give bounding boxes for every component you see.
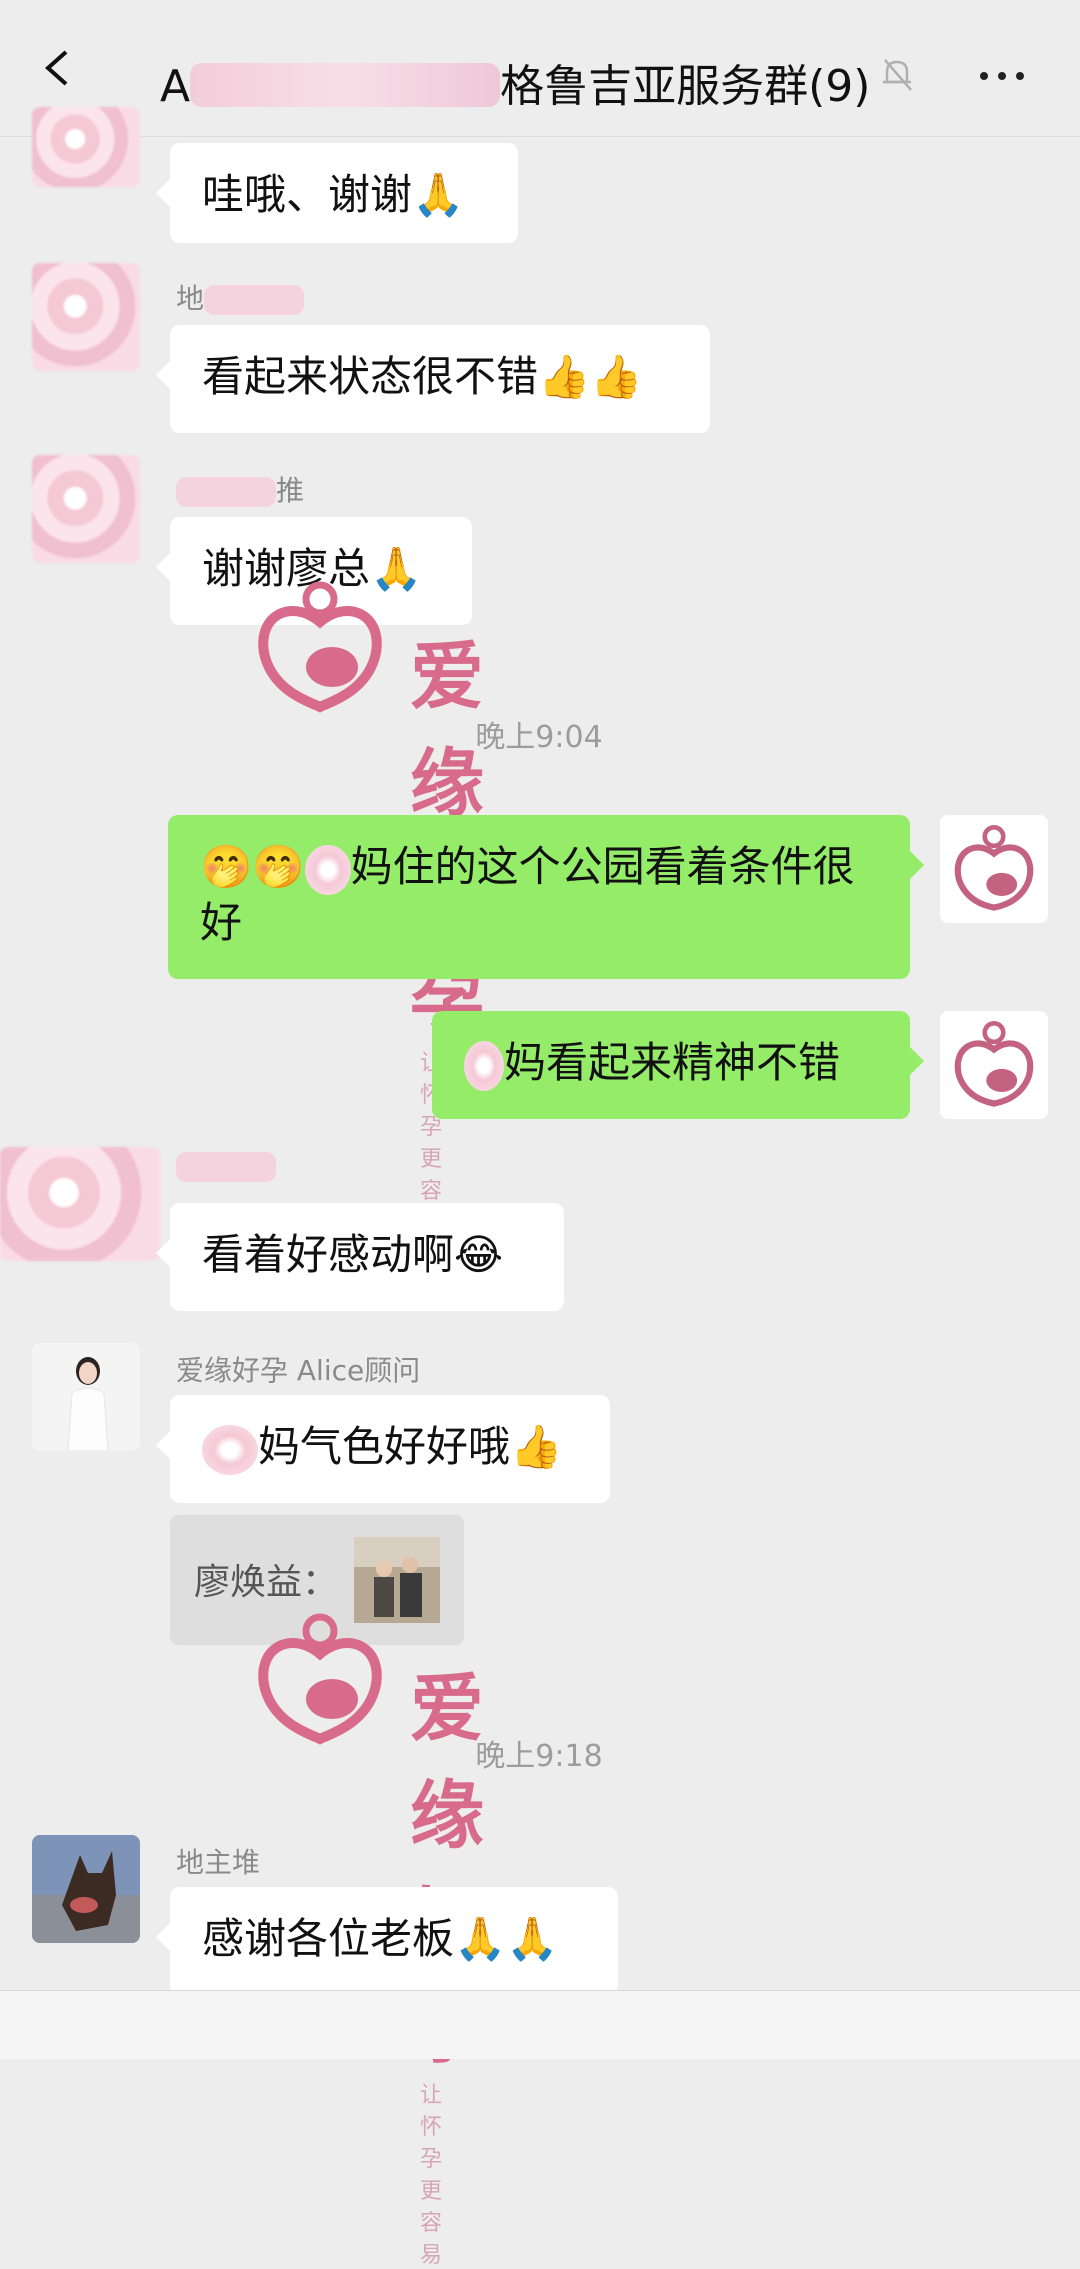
- brand-watermark: 爱缘好孕 让怀孕更容易: [250, 577, 484, 1236]
- chat-title-prefix: A: [160, 61, 191, 112]
- sender-name: 推: [176, 469, 304, 509]
- blurred-text: [202, 1424, 258, 1475]
- avatar[interactable]: [32, 107, 140, 187]
- avatar[interactable]: [32, 1835, 140, 1943]
- avatar[interactable]: [32, 455, 140, 563]
- back-arrow-icon[interactable]: [38, 48, 78, 88]
- message-bubble[interactable]: 看着好感动啊😂: [156, 1203, 564, 1311]
- blurred-text: [464, 1040, 504, 1091]
- avatar[interactable]: [32, 1343, 140, 1451]
- timestamp: 晚上9:18: [475, 1739, 603, 1774]
- my-message-bubble[interactable]: 🤭🤭 妈住的这个公园看着条件很好: [168, 815, 924, 979]
- sender-name: 爱缘好孕 Alice顾问: [176, 1354, 421, 1387]
- brand-logo-icon: [954, 825, 1034, 911]
- message-bubble[interactable]: 感谢各位老板🙏🙏: [156, 1887, 618, 1995]
- chat-area: 哇哦、谢谢🙏 地 看起来状态很不错👍👍 推 谢谢廖总🙏 爱缘好孕 让怀孕更容易 …: [0, 107, 1080, 2268]
- sender-name: 地主堆: [176, 1846, 261, 1879]
- sender-name: 地: [176, 277, 305, 317]
- quote-sender: 廖焕益：: [194, 1562, 339, 1603]
- chat-title-main: 格鲁吉亚服务群(9): [500, 61, 871, 112]
- dog-photo-icon: [32, 1835, 140, 1943]
- message-bubble[interactable]: 哇哦、谢谢🙏: [156, 143, 518, 243]
- brand-logo-icon: [954, 1021, 1034, 1107]
- input-bar[interactable]: [0, 1990, 1080, 2059]
- brand-logo-icon: [258, 581, 382, 713]
- top-bar: A 格鲁吉亚服务群(9): [0, 0, 1080, 137]
- brand-logo-icon: [258, 1613, 382, 1745]
- chat-title: A 格鲁吉亚服务群(9): [160, 50, 870, 114]
- sender-name: [176, 1149, 276, 1182]
- blurred-title-part: [190, 63, 501, 107]
- my-avatar[interactable]: [940, 815, 1048, 923]
- my-message-bubble[interactable]: 妈看起来精神不错: [432, 1011, 924, 1119]
- my-avatar[interactable]: [940, 1011, 1048, 1119]
- message-bubble[interactable]: 妈气色好好哦👍: [156, 1395, 610, 1503]
- mute-bell-icon: [883, 59, 912, 91]
- avatar[interactable]: [32, 263, 140, 371]
- person-photo-icon: [32, 1343, 140, 1451]
- timestamp: 晚上9:04: [475, 720, 603, 755]
- blurred-text: [304, 844, 351, 895]
- more-options-icon[interactable]: [980, 72, 1024, 80]
- message-bubble[interactable]: 看起来状态很不错👍👍: [156, 325, 710, 433]
- avatar[interactable]: [0, 1147, 160, 1261]
